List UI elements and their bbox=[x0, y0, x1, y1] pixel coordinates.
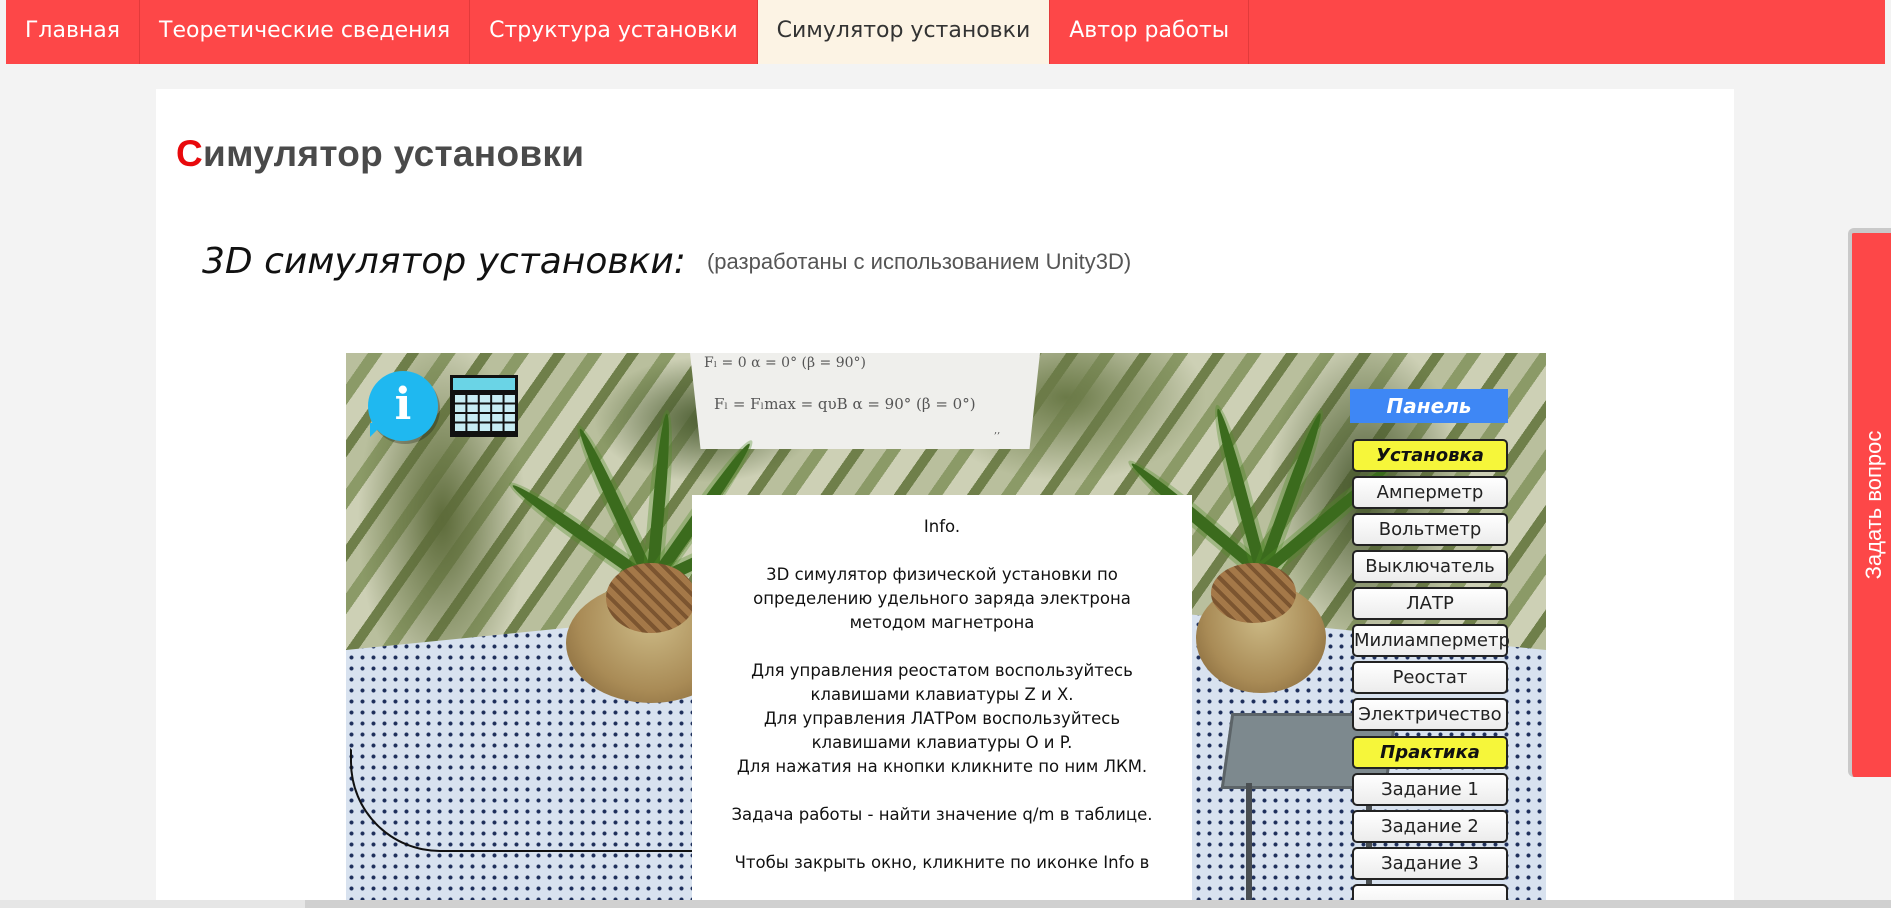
nav-item-simulator[interactable]: Симулятор установки bbox=[757, 0, 1051, 64]
cable bbox=[350, 748, 694, 852]
panel-button-task-1[interactable]: Задание 1 bbox=[1352, 773, 1508, 806]
nav-item-author[interactable]: Автор работы bbox=[1050, 0, 1250, 64]
info-line: Для нажатия на кнопки кликните по ним ЛК… bbox=[736, 757, 1148, 776]
panel-button-electricity[interactable]: Электричество bbox=[1352, 698, 1508, 731]
nav-item-theory[interactable]: Теоретические сведения bbox=[140, 0, 471, 64]
info-icon[interactable]: i bbox=[368, 371, 438, 441]
info-line: клавишами клавиатуры Z и X. bbox=[810, 685, 1074, 704]
panel-button-milliammeter[interactable]: Милиамперметр bbox=[1352, 624, 1510, 657]
info-line: определению удельного заряда электрона bbox=[753, 589, 1131, 608]
formula-line-1: Fₗ = 0 α = 0° (β = 90°) bbox=[704, 355, 867, 371]
panel-button-ammeter[interactable]: Амперметр bbox=[1352, 476, 1508, 509]
panel-button-switch[interactable]: Выключатель bbox=[1352, 550, 1508, 583]
page-title-first-letter: С bbox=[176, 133, 204, 174]
main-nav: Главная Теоретические сведения Структура… bbox=[6, 0, 1885, 64]
content-card: Симулятор установки 3D симулятор установ… bbox=[156, 89, 1734, 908]
simulator-subtitle: 3D симулятор установки: (разработаны с и… bbox=[202, 241, 1131, 282]
panel-button-task-3[interactable]: Задание 3 bbox=[1352, 847, 1508, 880]
info-paragraph-3: Задача работы - найти значение q/m в таб… bbox=[731, 805, 1153, 824]
plant-right bbox=[1127, 403, 1397, 693]
page-title: Симулятор установки bbox=[176, 133, 584, 175]
info-paragraph-2: Для управления реостатом воспользуйтесь … bbox=[692, 659, 1192, 779]
info-line: Для управления реостатом воспользуйтесь bbox=[751, 661, 1133, 680]
ask-question-tab[interactable]: Задать вопрос bbox=[1848, 228, 1891, 777]
table-icon[interactable] bbox=[450, 375, 518, 437]
panel-button-latr[interactable]: ЛАТР bbox=[1352, 587, 1508, 620]
info-dialog-title: Info. bbox=[923, 517, 961, 536]
page-title-rest: имулятор установки bbox=[203, 133, 585, 174]
info-line: 3D симулятор физической установки по bbox=[766, 565, 1118, 584]
info-icon-glyph: i bbox=[394, 379, 412, 430]
panel-button-voltmeter[interactable]: Вольтметр bbox=[1352, 513, 1508, 546]
info-line: Для управления ЛАТРом воспользуйтесь bbox=[763, 709, 1121, 728]
panel-section-practice[interactable]: Практика bbox=[1352, 736, 1508, 769]
scrollbar-thumb[interactable] bbox=[305, 900, 1891, 908]
nav-item-structure[interactable]: Структура установки bbox=[470, 0, 758, 64]
panel-section-setup[interactable]: Установка bbox=[1352, 439, 1508, 472]
panel-header: Панель bbox=[1350, 389, 1508, 423]
formula-mark: ,, bbox=[994, 425, 1001, 436]
info-paragraph-1: 3D симулятор физической установки по опр… bbox=[692, 563, 1192, 635]
info-line: методом магнетрона bbox=[849, 613, 1035, 632]
subtitle-main: 3D симулятор установки: bbox=[202, 241, 686, 282]
info-dialog: Info. 3D симулятор физической установки … bbox=[692, 495, 1192, 908]
subtitle-note: (разработаны с использованием Unity3D) bbox=[706, 249, 1132, 274]
panel-button-task-2[interactable]: Задание 2 bbox=[1352, 810, 1508, 843]
panel-button-rheostat[interactable]: Реостат bbox=[1352, 661, 1508, 694]
control-panel: Панель Установка Амперметр Вольтметр Вык… bbox=[1350, 389, 1510, 908]
formula-line-2: Fₗ = Fₗmax = qυB α = 90° (β = 0°) bbox=[714, 395, 976, 413]
nav-item-home[interactable]: Главная bbox=[6, 0, 141, 64]
info-paragraph-4: Чтобы закрыть окно, кликните по иконке I… bbox=[734, 853, 1150, 872]
simulator-viewport[interactable]: Fₗ = 0 α = 0° (β = 90°) Fₗ = Fₗmax = qυB… bbox=[346, 353, 1546, 908]
horizontal-scrollbar[interactable] bbox=[0, 900, 1891, 908]
info-line: клавишами клавиатуры O и P. bbox=[811, 733, 1073, 752]
ask-question-label: Задать вопрос bbox=[1860, 430, 1886, 580]
